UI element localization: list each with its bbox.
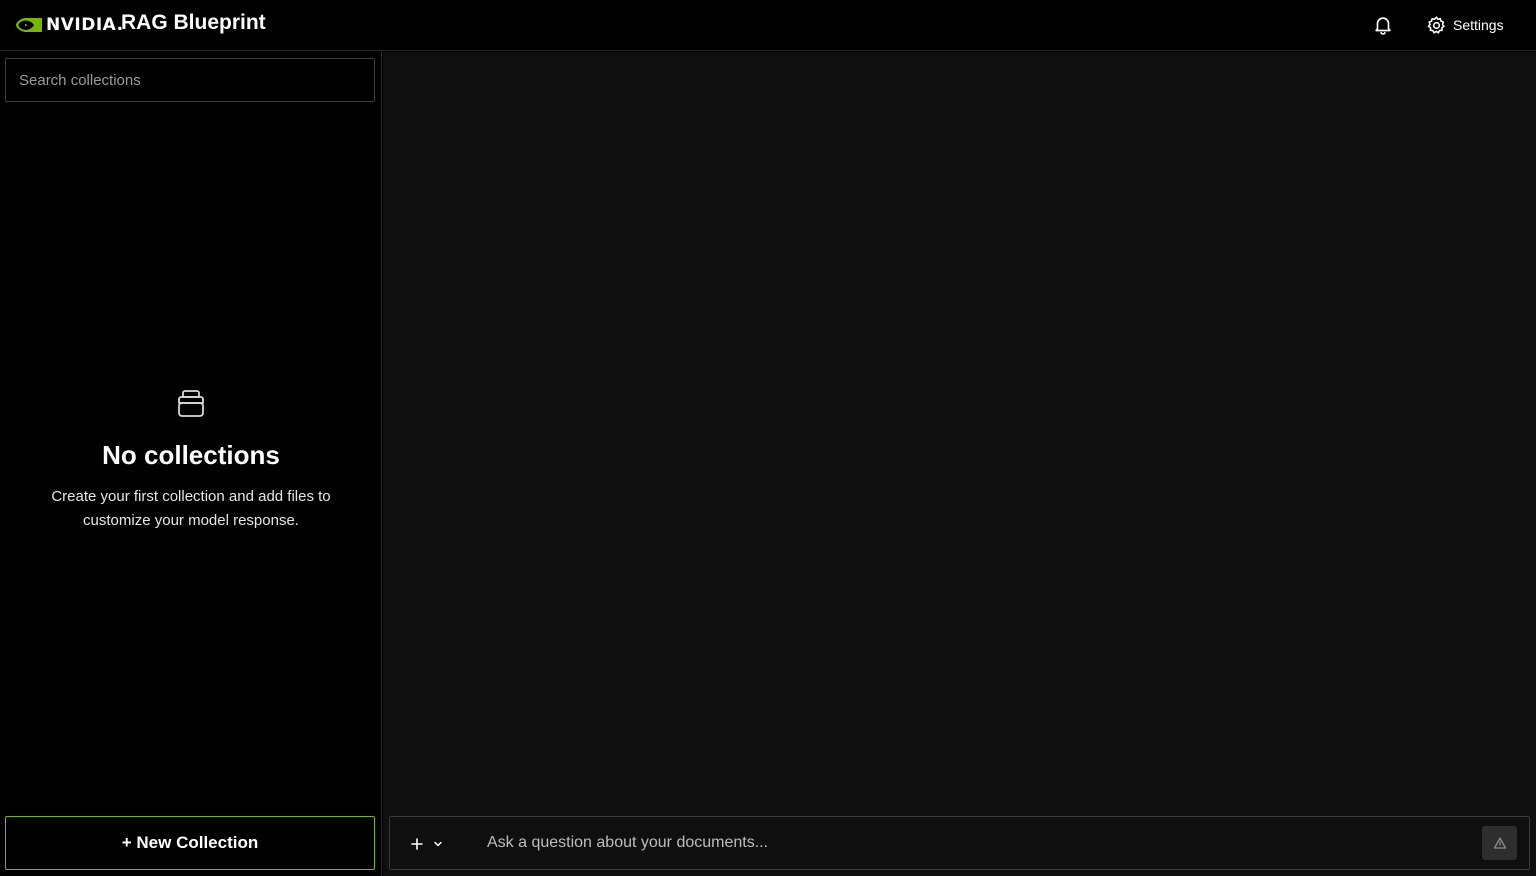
chevron-down-icon xyxy=(434,841,442,847)
database-icon xyxy=(178,390,204,417)
nvidia-eye-icon xyxy=(16,18,42,32)
gear-icon xyxy=(1427,15,1445,34)
empty-state-description: Create your first collection and add fil… xyxy=(51,488,331,529)
empty-state-title: No collections xyxy=(102,440,280,470)
chat-input-bar xyxy=(389,816,1530,870)
settings-button[interactable]: Settings xyxy=(1426,13,1504,37)
bell-icon xyxy=(1375,17,1391,35)
plus-icon xyxy=(411,838,423,850)
collections-sidebar: No collections Create your first collect… xyxy=(0,52,382,876)
top-bar: NVIDIA. RAG Blueprint Settings xyxy=(0,0,1536,51)
new-collection-button[interactable]: + New Collection xyxy=(5,816,375,870)
empty-state: No collections Create your first collect… xyxy=(0,386,382,533)
send-button[interactable] xyxy=(1482,826,1517,860)
question-input[interactable] xyxy=(487,825,1467,861)
chat-area xyxy=(383,52,1536,876)
nvidia-wordmark: NVIDIA. xyxy=(46,15,124,35)
app-title: RAG Blueprint xyxy=(121,11,266,34)
settings-label: Settings xyxy=(1453,17,1504,33)
search-collections-input[interactable] xyxy=(5,58,375,102)
nvidia-logo[interactable]: NVIDIA. xyxy=(15,13,124,37)
notifications-button[interactable] xyxy=(1372,14,1394,36)
attach-menu-button[interactable] xyxy=(410,833,444,855)
send-triangle-icon xyxy=(1493,837,1506,849)
